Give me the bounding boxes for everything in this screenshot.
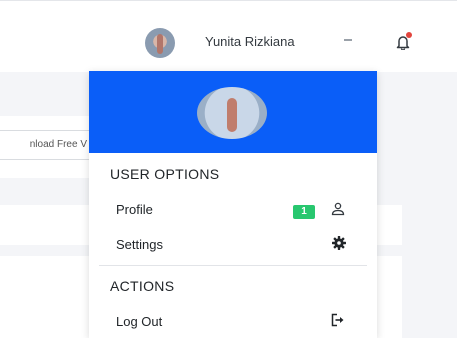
section-user-options: USER OPTIONS bbox=[110, 166, 220, 182]
user-icon bbox=[331, 202, 345, 216]
chevron-down-icon[interactable] bbox=[344, 39, 352, 41]
gear-icon bbox=[332, 236, 346, 250]
profile-badge: 1 bbox=[293, 205, 315, 219]
user-name[interactable]: Yunita Rizkiana bbox=[205, 34, 295, 49]
notification-dot bbox=[406, 32, 412, 38]
download-button-label: nload Free V bbox=[29, 139, 87, 150]
menu-item-label: Settings bbox=[116, 237, 163, 252]
user-avatar[interactable] bbox=[145, 28, 175, 58]
menu-divider bbox=[99, 265, 367, 266]
user-dropdown-menu: USER OPTIONS Profile 1 Settings ACTIONS … bbox=[89, 71, 377, 338]
menu-item-label: Profile bbox=[116, 202, 153, 217]
profile-avatar bbox=[197, 87, 267, 139]
sign-out-icon bbox=[331, 313, 344, 327]
menu-item-label: Log Out bbox=[116, 314, 163, 329]
dropdown-header bbox=[89, 71, 377, 153]
download-button[interactable]: nload Free V bbox=[0, 130, 100, 160]
section-actions: ACTIONS bbox=[110, 278, 175, 294]
top-navbar: Yunita Rizkiana bbox=[0, 0, 457, 72]
